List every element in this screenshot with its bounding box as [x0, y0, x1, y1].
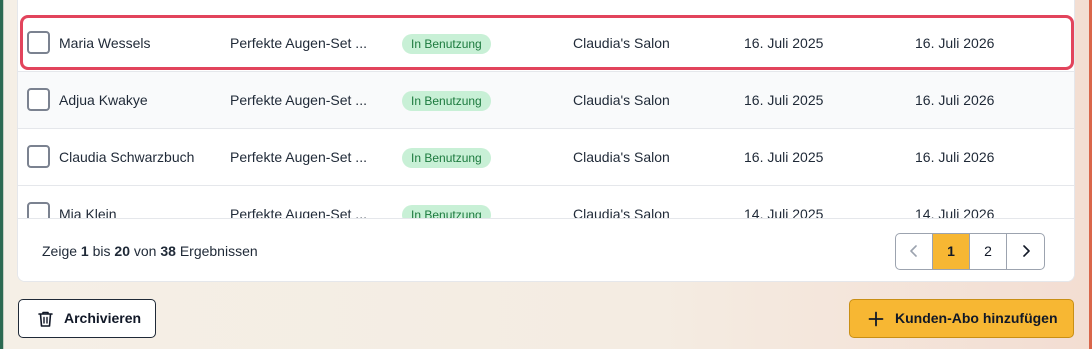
results-from: 1	[80, 243, 89, 259]
archive-button[interactable]: Archivieren	[18, 299, 156, 338]
results-prefix: Zeige	[42, 243, 78, 259]
trash-icon	[37, 310, 54, 331]
product-name: Perfekte Augen-Set ...	[230, 149, 367, 165]
previous-page-button[interactable]	[896, 234, 933, 269]
row-checkbox[interactable]	[27, 145, 50, 168]
pagination-controls: 1 2	[895, 233, 1045, 270]
results-summary: Zeige 1 bis 20 von 38 Ergebnissen	[42, 243, 258, 259]
product-name: Perfekte Augen-Set ...	[230, 92, 367, 108]
archive-button-label: Archivieren	[64, 310, 142, 326]
row-checkbox[interactable]	[27, 88, 50, 111]
chevron-right-icon	[1022, 245, 1030, 257]
add-subscription-label: Kunden-Abo hinzufügen	[895, 310, 1058, 326]
customer-name: Maria Wessels	[59, 35, 151, 51]
status-badge: In Benutzung	[402, 91, 491, 111]
row-checkbox[interactable]	[27, 202, 50, 218]
start-date: 14. Juli 2025	[744, 206, 824, 218]
results-to: 20	[114, 243, 130, 259]
page-button-2[interactable]: 2	[970, 234, 1007, 269]
salon-name: Claudia's Salon	[573, 35, 670, 51]
start-date: 16. Juli 2025	[744, 35, 824, 51]
customer-name: Claudia Schwarzbuch	[59, 149, 195, 165]
salon-name: Claudia's Salon	[573, 149, 670, 165]
status-badge: In Benutzung	[402, 148, 491, 168]
start-date: 16. Juli 2025	[744, 149, 824, 165]
results-of-word: von	[133, 243, 157, 259]
table-row[interactable]: Mia Klein Perfekte Augen-Set ... In Benu…	[18, 186, 1074, 218]
table-row[interactable]: Claudia Schwarzbuch Perfekte Augen-Set .…	[18, 129, 1074, 186]
table-row[interactable]: Adjua Kwakye Perfekte Augen-Set ... In B…	[18, 72, 1074, 129]
status-badge: In Benutzung	[402, 205, 491, 218]
end-date: 14. Juli 2026	[915, 206, 995, 218]
table-row[interactable]: Maria Wessels Perfekte Augen-Set ... In …	[18, 15, 1074, 72]
row-checkbox[interactable]	[27, 31, 50, 54]
end-date: 16. Juli 2026	[915, 35, 995, 51]
next-page-button[interactable]	[1007, 234, 1044, 269]
end-date: 16. Juli 2026	[915, 149, 995, 165]
salon-name: Claudia's Salon	[573, 92, 670, 108]
plus-icon	[868, 311, 884, 330]
end-date: 16. Juli 2026	[915, 92, 995, 108]
customer-name: Mia Klein	[59, 206, 117, 218]
results-to-word: bis	[92, 243, 111, 259]
subscriptions-table[interactable]: Maria Wessels Perfekte Augen-Set ... In …	[18, 0, 1074, 218]
background-edge-left	[0, 0, 3, 349]
product-name: Perfekte Augen-Set ...	[230, 35, 367, 51]
subscriptions-card: Maria Wessels Perfekte Augen-Set ... In …	[17, 0, 1075, 282]
results-total: 38	[160, 243, 176, 259]
chevron-left-icon	[910, 245, 917, 257]
customer-name: Adjua Kwakye	[59, 92, 148, 108]
page-button-1[interactable]: 1	[933, 234, 970, 269]
pagination-bar: Zeige 1 bis 20 von 38 Ergebnissen 1 2	[18, 218, 1074, 281]
results-suffix: Ergebnissen	[179, 243, 258, 259]
salon-name: Claudia's Salon	[573, 206, 670, 218]
product-name: Perfekte Augen-Set ...	[230, 206, 367, 218]
status-badge: In Benutzung	[402, 34, 491, 54]
add-subscription-button[interactable]: Kunden-Abo hinzufügen	[849, 299, 1074, 338]
start-date: 16. Juli 2025	[744, 92, 824, 108]
